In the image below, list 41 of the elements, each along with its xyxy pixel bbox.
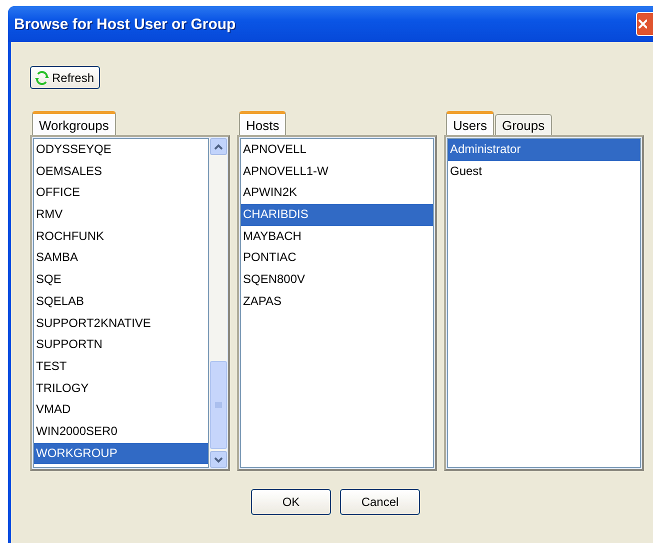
refresh-icon: [34, 70, 50, 86]
list-item[interactable]: SQE: [34, 269, 208, 291]
scroll-thumb[interactable]: [210, 361, 227, 449]
grip-icon: [215, 402, 222, 408]
list-item[interactable]: SUPPORTN: [34, 334, 208, 356]
list-item[interactable]: ZAPAS: [241, 290, 433, 312]
list-item[interactable]: TEST: [34, 356, 208, 378]
list-item[interactable]: PONTIAC: [241, 247, 433, 270]
list-item[interactable]: SAMBA: [34, 247, 208, 270]
list-item[interactable]: SQEN800V: [241, 269, 433, 291]
list-item[interactable]: OEMSALES: [34, 160, 208, 182]
list-item[interactable]: WIN2000SER0: [34, 420, 208, 443]
cancel-button[interactable]: Cancel: [340, 489, 420, 515]
list-item[interactable]: VMAD: [34, 399, 208, 421]
refresh-button[interactable]: Refresh: [30, 66, 100, 89]
list-item[interactable]: SQELAB: [34, 290, 208, 312]
window-title: Browse for Host User or Group: [14, 16, 236, 32]
scrollbar[interactable]: [209, 138, 227, 468]
ok-button[interactable]: OK: [251, 489, 331, 515]
list-item[interactable]: MAYBACH: [241, 226, 433, 248]
tab[interactable]: Users: [446, 111, 494, 135]
close-icon: [637, 18, 647, 30]
list-item[interactable]: APWIN2K: [241, 182, 433, 204]
list-item[interactable]: APNOVELL: [241, 139, 433, 161]
list-item[interactable]: ROCHFUNK: [34, 226, 208, 248]
list-item[interactable]: Administrator: [448, 139, 640, 161]
list-item[interactable]: WORKGROUP: [34, 442, 208, 464]
list-item[interactable]: RMV: [34, 204, 208, 226]
tab[interactable]: Groups: [494, 114, 552, 135]
scroll-down-button[interactable]: [210, 451, 227, 468]
list-item[interactable]: APNOVELL1-W: [241, 160, 433, 182]
list-item[interactable]: Guest: [448, 160, 640, 182]
list-item[interactable]: SUPPORT2KNATIVE: [34, 312, 208, 334]
list-item[interactable]: OFFICE: [34, 182, 208, 204]
list-item[interactable]: ODYSSEYQE: [34, 139, 208, 161]
list-item[interactable]: TRILOGY: [34, 378, 208, 400]
close-button[interactable]: [636, 12, 653, 36]
scroll-up-button[interactable]: [210, 138, 227, 155]
list-item[interactable]: CHARIBDIS: [241, 204, 433, 226]
tab[interactable]: Hosts: [239, 111, 286, 135]
tab[interactable]: Workgroups: [32, 111, 116, 135]
